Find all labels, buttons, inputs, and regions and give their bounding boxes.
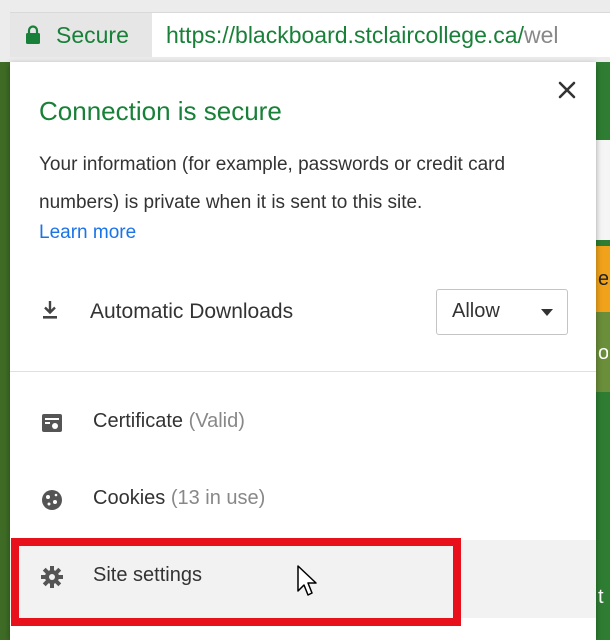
site-info-popup: Connection is secure Your information (f…: [10, 62, 596, 640]
cookies-label: Cookies (13 in use): [93, 487, 265, 510]
site-info-button[interactable]: Secure: [10, 13, 152, 57]
certificate-label: Certificate (Valid): [93, 410, 245, 433]
certificate-icon: [42, 414, 62, 432]
site-settings-label: Site settings: [93, 564, 202, 586]
lock-icon: [26, 25, 40, 44]
background-page-panel: [596, 140, 610, 240]
url-rest: wel: [523, 22, 559, 48]
close-icon: [558, 81, 576, 99]
browser-toolbar: Secure https://blackboard.stclaircollege…: [0, 0, 610, 62]
cookie-icon: [42, 490, 62, 510]
certificate-item[interactable]: Certificate (Valid): [10, 386, 596, 462]
secure-label: Secure: [56, 22, 129, 48]
background-text-fragment: es: [598, 268, 608, 290]
popup-description: Your information (for example, passwords…: [39, 154, 506, 213]
permission-select[interactable]: Allow: [436, 289, 568, 335]
chevron-down-icon: [541, 309, 553, 316]
learn-more-link[interactable]: Learn more: [39, 222, 136, 244]
certificate-text: Certificate: [93, 410, 184, 432]
cookies-text: Cookies: [93, 487, 166, 509]
gear-icon: [41, 566, 63, 588]
url-host: https://blackboard.stclaircollege.ca/: [166, 22, 524, 48]
permission-value: Allow: [452, 300, 500, 322]
download-icon: [43, 301, 57, 319]
permission-row-automatic-downloads: Automatic Downloads Allow: [10, 277, 596, 347]
background-text-fragment: o: [598, 342, 608, 364]
certificate-status: (Valid): [188, 410, 245, 432]
url-text[interactable]: https://blackboard.stclaircollege.ca/wel: [166, 22, 610, 49]
background-text-fragment: t: [598, 586, 604, 608]
popup-title: Connection is secure: [39, 96, 282, 126]
divider: [10, 371, 596, 372]
close-button[interactable]: [553, 76, 581, 104]
site-settings-item[interactable]: Site settings: [10, 540, 596, 618]
background-page-left: [0, 62, 10, 640]
cookies-item[interactable]: Cookies (13 in use): [10, 463, 596, 539]
cookies-count: (13 in use): [170, 487, 266, 509]
address-bar[interactable]: Secure https://blackboard.stclaircollege…: [10, 12, 610, 57]
permission-label: Automatic Downloads: [90, 300, 294, 323]
